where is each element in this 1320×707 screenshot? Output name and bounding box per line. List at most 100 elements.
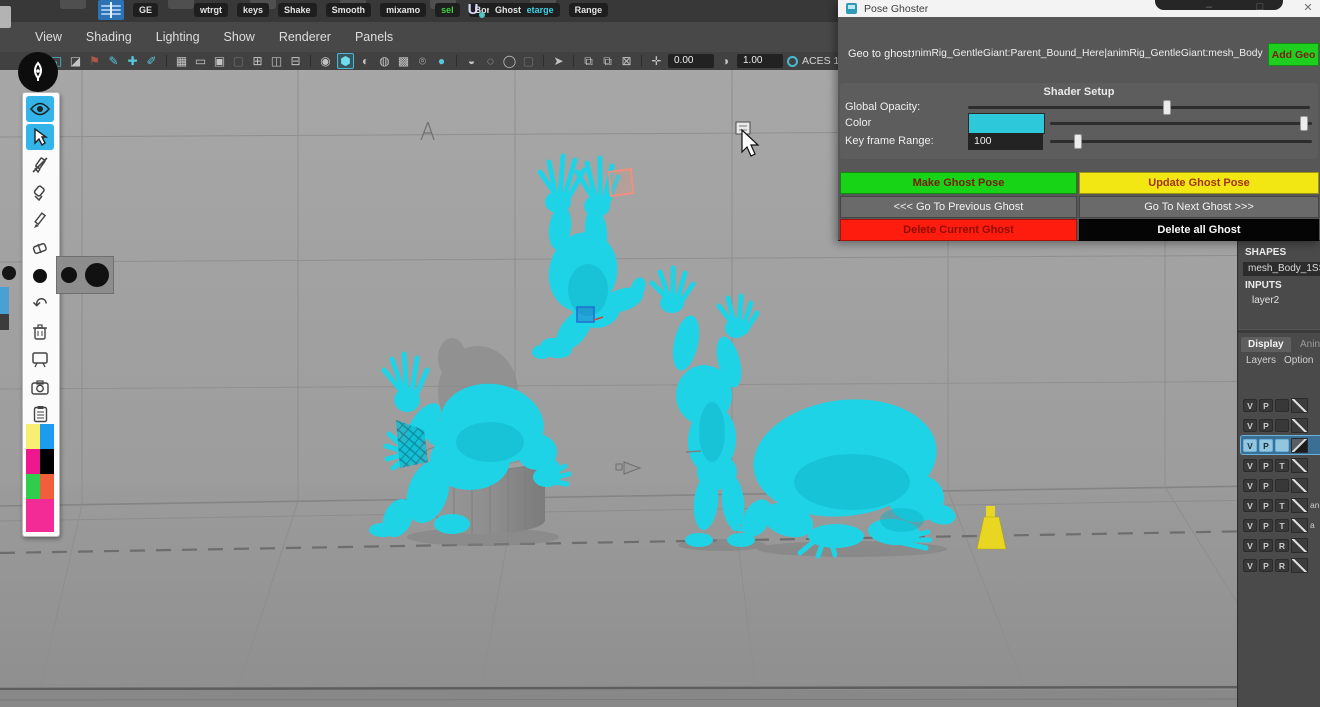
layer-visibility-toggle[interactable]: V — [1243, 439, 1257, 452]
window-titlebar[interactable]: Pose Ghoster – □ ✕ — [838, 0, 1320, 17]
tab-anim[interactable]: Anin — [1293, 337, 1320, 352]
panel-menu-item[interactable]: Shading — [86, 30, 132, 44]
keyframe-range-slider[interactable] — [1050, 140, 1312, 143]
brush-size-large[interactable] — [85, 263, 109, 287]
viewport-toolbar-icon[interactable]: ◫ — [269, 54, 284, 68]
layer-visibility-toggle[interactable]: V — [1243, 459, 1257, 472]
viewport-toolbar-icon[interactable]: ✚ — [125, 54, 140, 68]
pencil-icon[interactable] — [26, 208, 54, 234]
view-transform-icon[interactable] — [787, 56, 798, 67]
shelf-icon-clipped[interactable] — [168, 0, 194, 9]
close-button[interactable]: ✕ — [1300, 1, 1316, 14]
viewport-toolbar-icon[interactable]: ➤ — [551, 54, 566, 68]
layer-playback-toggle[interactable]: P — [1259, 479, 1273, 492]
update-ghost-pose-button[interactable]: Update Ghost Pose — [1079, 172, 1319, 194]
viewport-toolbar-icon[interactable]: ⬢ — [337, 53, 354, 69]
geo-to-ghost-value[interactable]: ınimRig_GentleGiant:Parent_Bound_Here|an… — [912, 48, 1263, 59]
color-slider-handle[interactable] — [1300, 116, 1308, 131]
layer-display-type-toggle[interactable] — [1275, 419, 1289, 432]
go-previous-ghost-button[interactable]: <<< Go To Previous Ghost — [840, 196, 1077, 218]
color-swatch[interactable] — [40, 424, 54, 449]
go-next-ghost-button[interactable]: Go To Next Ghost >>> — [1079, 196, 1319, 218]
display-layer-row[interactable]: V P T — [1241, 456, 1320, 474]
eraser-icon[interactable] — [26, 236, 54, 262]
layer-color-swatch[interactable] — [1291, 558, 1308, 573]
layer-color-swatch[interactable] — [1291, 398, 1308, 413]
graph-editor-shelf-icon[interactable] — [98, 0, 124, 20]
color-swatch[interactable] — [40, 474, 54, 499]
color-swatch[interactable] — [40, 449, 54, 474]
layer-color-swatch[interactable] — [1291, 518, 1308, 533]
layer-playback-toggle[interactable]: P — [1259, 459, 1273, 472]
viewport-toolbar-icon[interactable]: ▩ — [396, 54, 411, 68]
viewport-toolbar-icon[interactable]: ◍ — [377, 54, 392, 68]
display-layer-row[interactable]: V P — [1241, 416, 1320, 434]
viewport-toolbar-icon[interactable]: ⌾ — [415, 54, 430, 68]
layer-visibility-toggle[interactable]: V — [1243, 419, 1257, 432]
shelf-button[interactable]: keys — [237, 3, 269, 17]
layer-color-swatch[interactable] — [1291, 438, 1308, 453]
viewport-toolbar-icon[interactable] — [456, 55, 457, 67]
layer-color-swatch[interactable] — [1291, 458, 1308, 473]
add-geo-button[interactable]: Add Geo — [1268, 43, 1319, 66]
layer-color-swatch[interactable] — [1291, 538, 1308, 553]
shelf-button[interactable]: Shake — [278, 3, 317, 17]
panel-menu-item[interactable]: Lighting — [156, 30, 200, 44]
viewport-toolbar-icon[interactable] — [543, 55, 544, 67]
viewport-toolbar-icon[interactable]: ⊞ — [250, 54, 265, 68]
viewport-toolbar-icon[interactable]: ◌ — [483, 54, 498, 68]
layer-display-type-toggle[interactable]: T — [1275, 499, 1289, 512]
magnet-tool-icon[interactable]: U — [462, 0, 484, 19]
keyframe-range-field[interactable]: 100 — [968, 133, 1043, 150]
viewport-toolbar-icon[interactable]: ⊟ — [288, 54, 303, 68]
viewport-toolbar-icon[interactable]: ✎ — [106, 54, 121, 68]
viewport-toolbar-icon[interactable]: ◯ — [502, 54, 517, 68]
shelf-button[interactable]: mixamo — [380, 3, 426, 17]
minimize-button[interactable]: – — [1201, 1, 1217, 13]
layer-visibility-toggle[interactable]: V — [1243, 519, 1257, 532]
global-opacity-slider[interactable] — [968, 106, 1310, 109]
layer-color-swatch[interactable] — [1291, 498, 1308, 513]
cursor-tool-icon[interactable] — [26, 124, 54, 150]
layer-visibility-toggle[interactable]: V — [1243, 539, 1257, 552]
layer-visibility-toggle[interactable]: V — [1243, 559, 1257, 572]
color-slider[interactable] — [1050, 122, 1312, 125]
viewport-toolbar-icon[interactable]: ⧉ — [600, 54, 615, 68]
gamma-icon[interactable]: ◑ — [718, 54, 733, 68]
current-color-swatch[interactable] — [26, 499, 54, 532]
display-layer-row[interactable]: V P — [1241, 396, 1320, 414]
shelf-button[interactable]: Range — [569, 3, 609, 17]
layer-playback-toggle[interactable]: P — [1259, 419, 1273, 432]
display-layer-row[interactable]: V P R — [1241, 556, 1320, 574]
highlighter-icon[interactable] — [26, 180, 54, 206]
panel-menu-item[interactable]: Show — [224, 30, 255, 44]
viewport-toolbar-icon[interactable]: ▢ — [521, 54, 536, 68]
viewport-toolbar-icon[interactable]: ⊠ — [619, 54, 634, 68]
options-menu[interactable]: Option — [1284, 355, 1313, 366]
brush-size-icon[interactable] — [26, 263, 54, 289]
layer-display-type-toggle[interactable] — [1275, 479, 1289, 492]
panel-menu-item[interactable]: Renderer — [279, 30, 331, 44]
trash-icon[interactable] — [26, 319, 54, 345]
global-opacity-handle[interactable] — [1163, 100, 1171, 115]
viewport-toolbar-icon[interactable]: ▦ — [174, 54, 189, 68]
panel-menu-item[interactable]: Panels — [355, 30, 393, 44]
whiteboard-icon[interactable] — [26, 346, 54, 372]
exposure-field[interactable]: 0.00 — [668, 54, 714, 68]
layer-playback-toggle[interactable]: P — [1259, 499, 1273, 512]
layer-display-type-toggle[interactable]: R — [1275, 559, 1289, 572]
viewport-toolbar-icon[interactable]: ◉ — [318, 54, 333, 68]
layer-display-type-toggle[interactable]: T — [1275, 519, 1289, 532]
viewport-toolbar-icon[interactable]: ⚑ — [87, 54, 102, 68]
panel-menu-item[interactable]: View — [35, 30, 62, 44]
layer-display-type-toggle[interactable] — [1275, 439, 1289, 452]
screenshot-camera-icon[interactable] — [26, 374, 54, 400]
shelf-button-ghost[interactable]: Ghost — [489, 3, 527, 17]
viewport-toolbar-icon[interactable]: ⧉ — [581, 54, 596, 68]
layer-playback-toggle[interactable]: P — [1259, 439, 1273, 452]
display-layer-row[interactable]: V P T a — [1241, 516, 1320, 534]
shelf-button-ge[interactable]: GE — [133, 3, 158, 17]
layer-visibility-toggle[interactable]: V — [1243, 479, 1257, 492]
viewport-toolbar-icon[interactable] — [166, 55, 167, 67]
display-layer-row[interactable]: V P R — [1241, 536, 1320, 554]
